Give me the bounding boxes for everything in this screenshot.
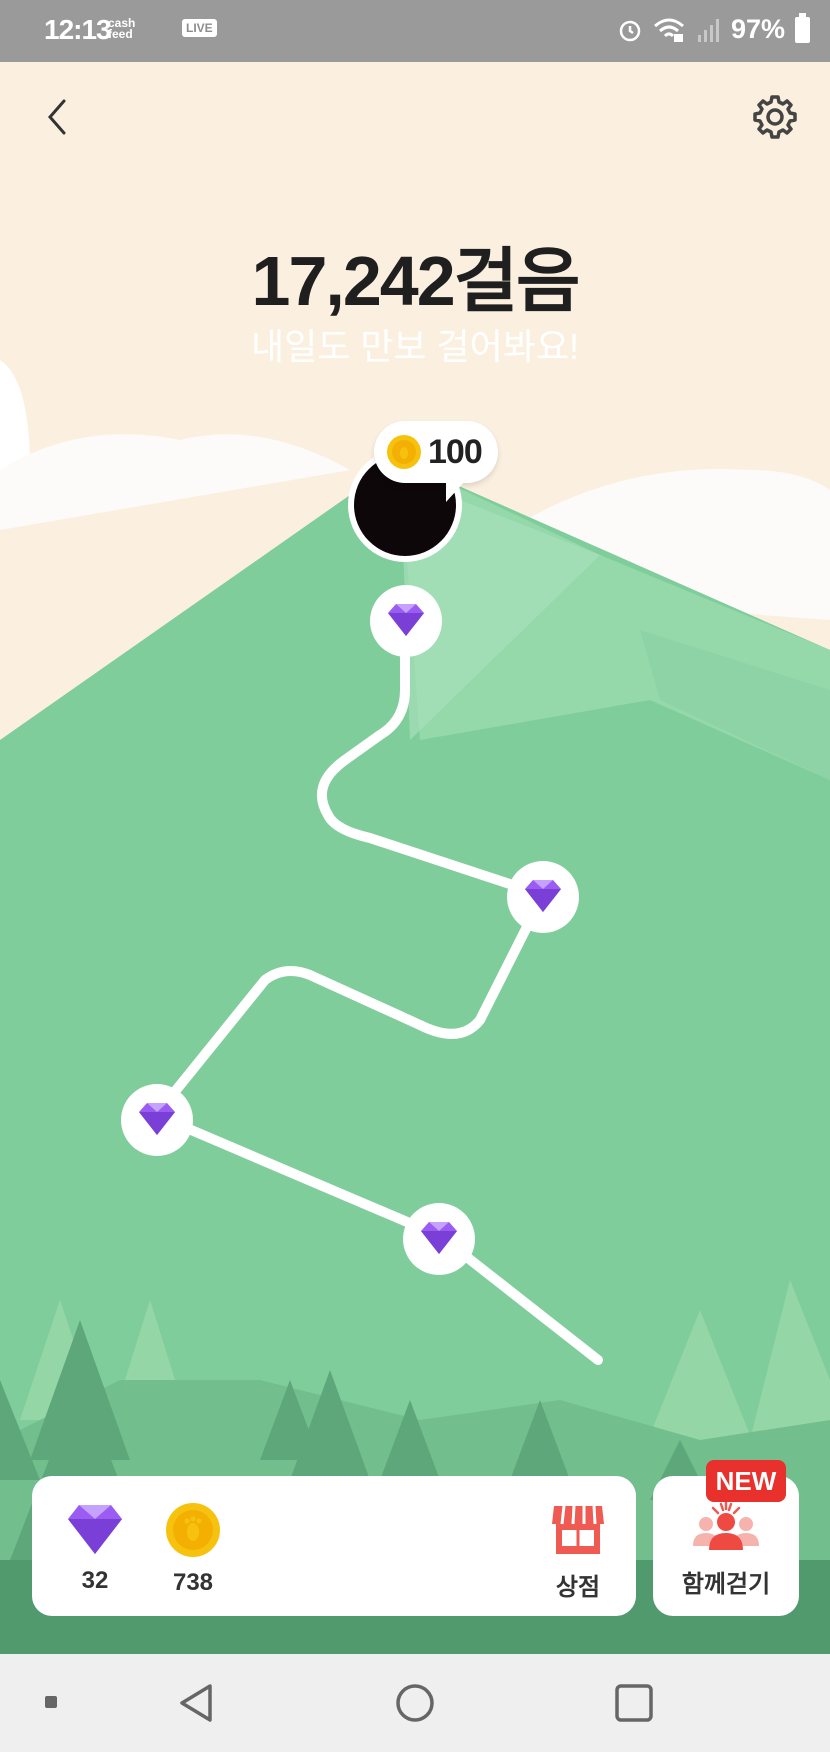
gem-icon <box>68 1505 122 1554</box>
walk-together-label: 함께걷기 <box>681 1571 771 1598</box>
chevron-left-icon <box>48 99 66 135</box>
shop-button[interactable]: 상점 <box>538 1502 618 1602</box>
nav-back-button[interactable] <box>176 1682 216 1724</box>
status-indicators: 97% <box>617 12 810 45</box>
nav-home-button[interactable] <box>395 1683 435 1723</box>
shop-label: 상점 <box>555 1574 601 1601</box>
status-bar: 12:13 cash feed LIVE 97% <box>0 0 830 62</box>
status-app-label: cash feed <box>108 16 136 41</box>
battery-icon <box>795 12 810 43</box>
path-node-gem[interactable] <box>369 584 443 658</box>
back-button[interactable] <box>36 95 80 139</box>
new-badge: NEW <box>706 1460 786 1502</box>
signal-icon <box>697 18 719 42</box>
coin-icon <box>387 435 421 469</box>
coin-count: 738 <box>172 1569 214 1596</box>
step-count: 17,242걸음 <box>251 242 581 320</box>
bubble-tail <box>446 480 466 502</box>
navigation-bar <box>0 1654 830 1752</box>
people-icon <box>693 1500 759 1550</box>
path-node-gem[interactable] <box>402 1202 476 1276</box>
summit-reward-value: 100 <box>428 432 483 471</box>
gem-count: 32 <box>81 1567 109 1594</box>
nav-recents-button[interactable] <box>614 1683 654 1723</box>
gem-balance: 32 <box>60 1502 130 1595</box>
inventory-panel: 32 738 상점 <box>32 1476 636 1616</box>
encouragement-text: 내일도 만보 걸어봐요! <box>250 326 580 367</box>
coin-icon <box>166 1503 220 1557</box>
battery-percent: 97% <box>730 14 785 44</box>
shop-icon <box>552 1505 604 1554</box>
wifi-icon <box>653 18 684 42</box>
summit-reward-bubble[interactable]: 100 <box>374 421 498 483</box>
live-badge: LIVE <box>182 19 217 37</box>
status-time: 12:13 <box>44 14 112 45</box>
gear-icon <box>753 95 797 139</box>
recents-dot-icon <box>45 1696 57 1708</box>
settings-button[interactable] <box>750 92 800 142</box>
alarm-icon <box>619 20 641 41</box>
path-node-gem[interactable] <box>506 860 580 934</box>
path-node-gem[interactable] <box>120 1083 194 1157</box>
coin-balance: 738 <box>158 1502 228 1597</box>
